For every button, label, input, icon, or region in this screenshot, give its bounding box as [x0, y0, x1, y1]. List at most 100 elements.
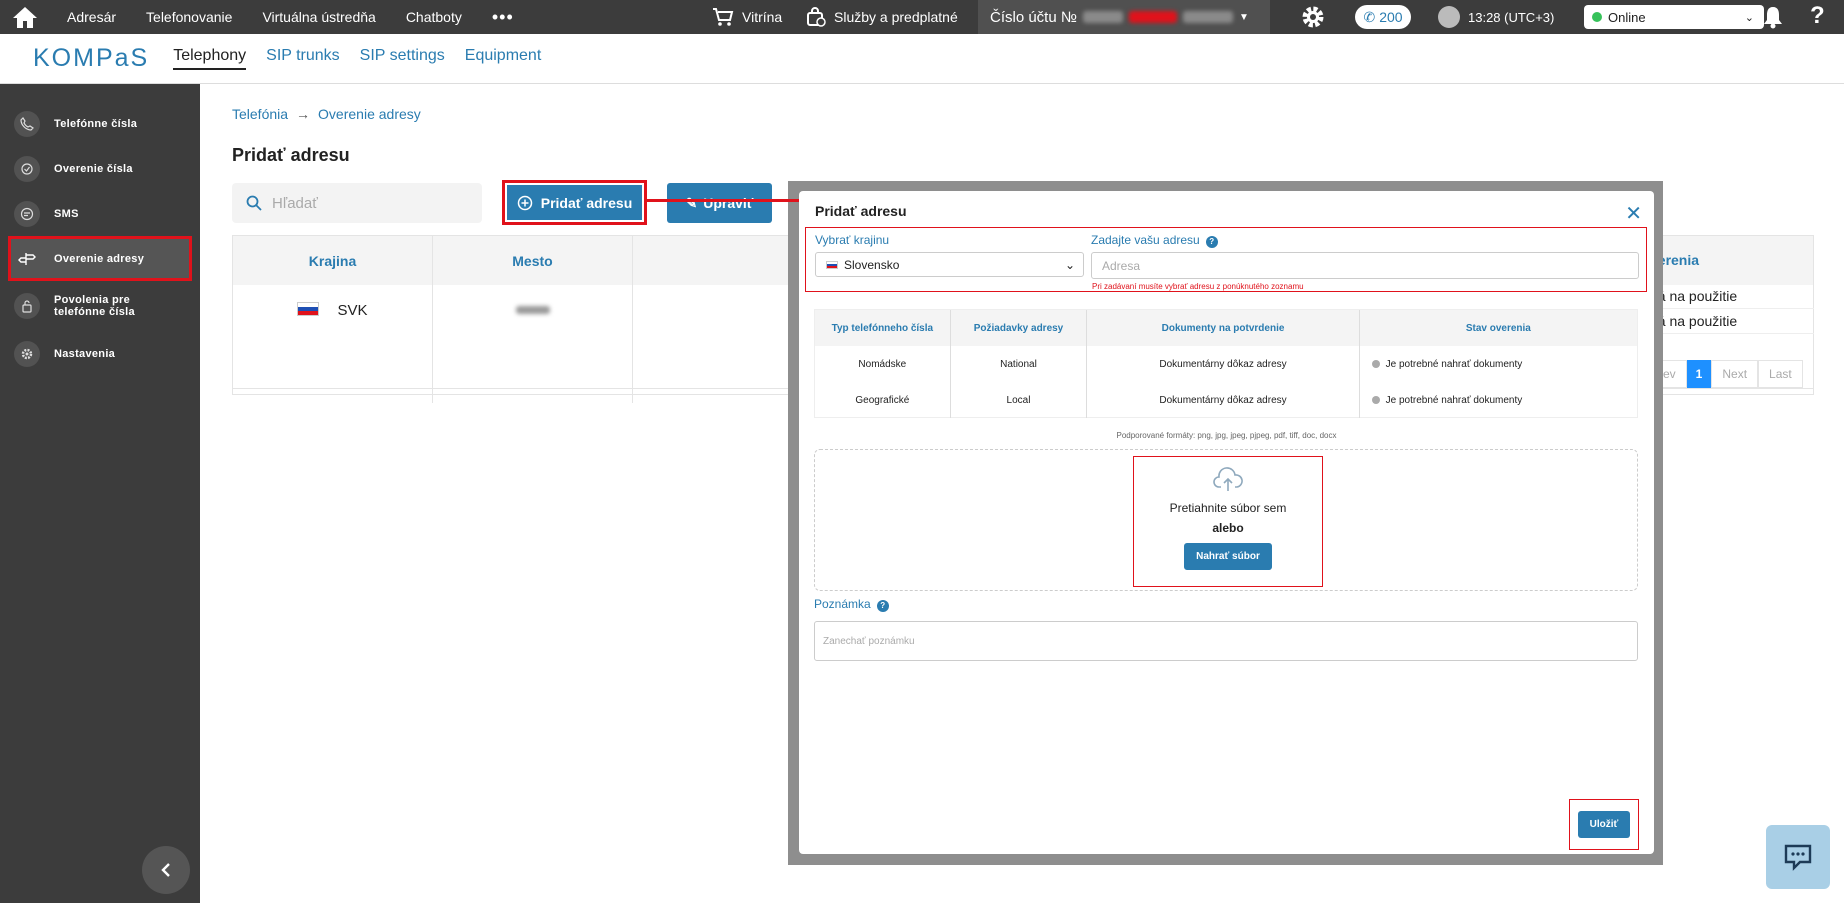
address-input[interactable]: Adresa — [1091, 252, 1639, 279]
upload-area: Pretiahnite súbor sem alebo Nahrať súbor — [1133, 456, 1323, 587]
status-label: Online — [1608, 9, 1646, 25]
status-dot — [1371, 396, 1380, 404]
user-info[interactable]: 13:28 (UTC+3) — [1438, 0, 1554, 34]
add-address-button[interactable]: Pridať adresu — [502, 180, 647, 225]
save-button[interactable]: Uložiť — [1577, 811, 1631, 838]
table-right-columns: verenia ná na použitie ná na použitie — [1650, 235, 1814, 334]
help-icon[interactable]: ? — [1810, 2, 1825, 30]
account-blurred — [1128, 11, 1177, 23]
address-label: Zadajte vašu adresu — [1091, 233, 1200, 247]
note-label: Poznámka — [814, 597, 871, 611]
cloud-upload-icon — [1213, 467, 1243, 491]
address-label-wrap: Zadajte vašu adresu? — [1091, 233, 1218, 248]
calls-counter[interactable]: ✆ 200 — [1355, 5, 1411, 29]
info-icon[interactable]: ? — [876, 599, 889, 612]
logo[interactable]: KOMPaS — [33, 44, 149, 73]
bell-icon[interactable] — [1762, 5, 1784, 32]
req-col: Dokumenty na potvrdenie — [1087, 310, 1360, 346]
nav-chatboty[interactable]: Chatboty — [406, 9, 462, 25]
supported-formats: Podporované formáty: png, jpg, jpeg, pjp… — [1116, 431, 1337, 440]
sidebar-item-telefonne-cisla[interactable]: Telefónne čísla — [0, 101, 200, 146]
sub-nav: KOMPaS Telephony SIP trunks SIP settings… — [0, 34, 1844, 84]
req-cell: Dokumentárny dôkaz adresy — [1087, 382, 1360, 418]
drop-text: Pretiahnite súbor sem — [1169, 501, 1287, 515]
phone-check-icon — [14, 155, 40, 182]
pager-page-1[interactable]: 1 — [1686, 360, 1712, 388]
status-cell: ná na použitie — [1650, 284, 1814, 309]
nav-adresar[interactable]: Adresár — [67, 9, 116, 25]
tab-sip-settings[interactable]: SIP settings — [360, 47, 445, 70]
search-input[interactable]: Hľadať — [232, 183, 482, 223]
sidebar-item-nastavenia[interactable]: Nastavenia — [0, 331, 200, 376]
sidebar-item-overenie-cisla[interactable]: Overenie čísla — [0, 146, 200, 191]
req-cell: Dokumentárny dôkaz adresy — [1087, 346, 1360, 382]
breadcrumb-current[interactable]: Overenie adresy — [318, 106, 421, 122]
col-krajina[interactable]: Krajina — [233, 236, 433, 285]
more-menu[interactable]: ••• — [492, 7, 514, 28]
sidebar-item-overenie-adresy[interactable]: Overenie adresy — [8, 236, 192, 281]
pager-next[interactable]: Next — [1711, 360, 1759, 388]
home-icon[interactable] — [0, 0, 50, 34]
pager-last[interactable]: Last — [1758, 360, 1803, 388]
status-select[interactable]: Online ⌄ — [1584, 5, 1764, 29]
chat-widget-button[interactable] — [1766, 825, 1830, 889]
search-icon — [246, 195, 262, 211]
top-bar: Adresár Telefonovanie Virtuálna ústredňa… — [0, 0, 1844, 34]
calls-value: 200 — [1379, 9, 1403, 25]
or-text: alebo — [1212, 521, 1244, 535]
services-link[interactable]: Služby a predplatné — [806, 0, 958, 34]
modal-title: Pridať adresu — [815, 203, 907, 219]
online-dot — [1592, 12, 1602, 22]
col-stav-overenia[interactable]: verenia — [1650, 235, 1814, 284]
time-label: 13:28 (UTC+3) — [1468, 9, 1555, 25]
account-blurred — [1182, 11, 1233, 23]
status-cell: ná na použitie — [1650, 309, 1814, 334]
phone-icon — [14, 110, 40, 137]
top-nav: Adresár Telefonovanie Virtuálna ústredňa… — [67, 7, 544, 28]
country-code: SVK — [337, 302, 368, 319]
gear-icon[interactable] — [1300, 4, 1326, 33]
status-dot — [1371, 360, 1380, 368]
upload-file-button[interactable]: Nahrať súbor — [1184, 543, 1272, 570]
sidebar-item-label: Overenie adresy — [54, 252, 145, 265]
slovakia-flag-icon — [826, 260, 838, 269]
page-title: Pridať adresu — [232, 145, 350, 165]
tab-telephony[interactable]: Telephony — [173, 47, 247, 70]
breadcrumb: Telefónia → Overenie adresy — [232, 106, 421, 122]
annotation-connector — [647, 199, 802, 202]
nav-virtualna-ustredna[interactable]: Virtuálna ústredňa — [262, 9, 375, 25]
col-mesto[interactable]: Mesto — [433, 236, 633, 285]
table-row: Nomádske National Dokumentárny dôkaz adr… — [815, 346, 1637, 382]
close-icon[interactable]: ✕ — [1625, 201, 1642, 226]
nav-telefonovanie[interactable]: Telefonovanie — [146, 9, 232, 25]
save-area: Uložiť — [1569, 799, 1639, 850]
sidebar-item-povolenia[interactable]: Povolenia pre telefónne čísla — [0, 281, 200, 331]
sidebar-item-label: Telefónne čísla — [54, 117, 138, 130]
edit-button[interactable]: ✎ Upraviť — [667, 183, 772, 223]
search-placeholder: Hľadať — [272, 194, 318, 212]
chevron-down-icon: ⌄ — [1744, 11, 1754, 24]
collapse-sidebar-button[interactable] — [142, 846, 190, 894]
req-status-cell: Je potrebné nahrať dokumenty — [1360, 346, 1637, 382]
account-selector[interactable]: Číslo účtu № ▼ — [978, 0, 1270, 34]
city-blurred — [515, 306, 550, 314]
tab-sip-trunks[interactable]: SIP trunks — [266, 47, 340, 70]
address-placeholder: Adresa — [1102, 258, 1141, 273]
sidebar-item-label: Nastavenia — [54, 347, 116, 360]
sub-tabs: Telephony SIP trunks SIP settings Equipm… — [173, 47, 541, 70]
sidebar-item-label: Povolenia pre telefónne čísla — [54, 294, 135, 318]
req-cell: Nomádske — [815, 346, 951, 382]
country-select[interactable]: Slovensko ⌄ — [815, 252, 1084, 277]
account-blurred — [1082, 11, 1123, 23]
cell-city — [433, 285, 633, 403]
requirements-table: Typ telefónneho čísla Požiadavky adresy … — [814, 309, 1638, 418]
sidebar-item-sms[interactable]: SMS — [0, 191, 200, 236]
breadcrumb-root[interactable]: Telefónia — [232, 106, 288, 122]
shop-link[interactable]: Vitrína — [712, 0, 782, 34]
info-icon[interactable]: ? — [1205, 235, 1218, 248]
tab-equipment[interactable]: Equipment — [465, 47, 542, 70]
requirements-header: Typ telefónneho čísla Požiadavky adresy … — [815, 310, 1637, 346]
note-input[interactable]: Zanechať poznámku — [814, 621, 1638, 661]
req-status: Je potrebné nahrať dokumenty — [1385, 394, 1523, 406]
add-address-modal: Pridať adresu ✕ Vybrať krajinu Slovensko… — [799, 191, 1654, 854]
